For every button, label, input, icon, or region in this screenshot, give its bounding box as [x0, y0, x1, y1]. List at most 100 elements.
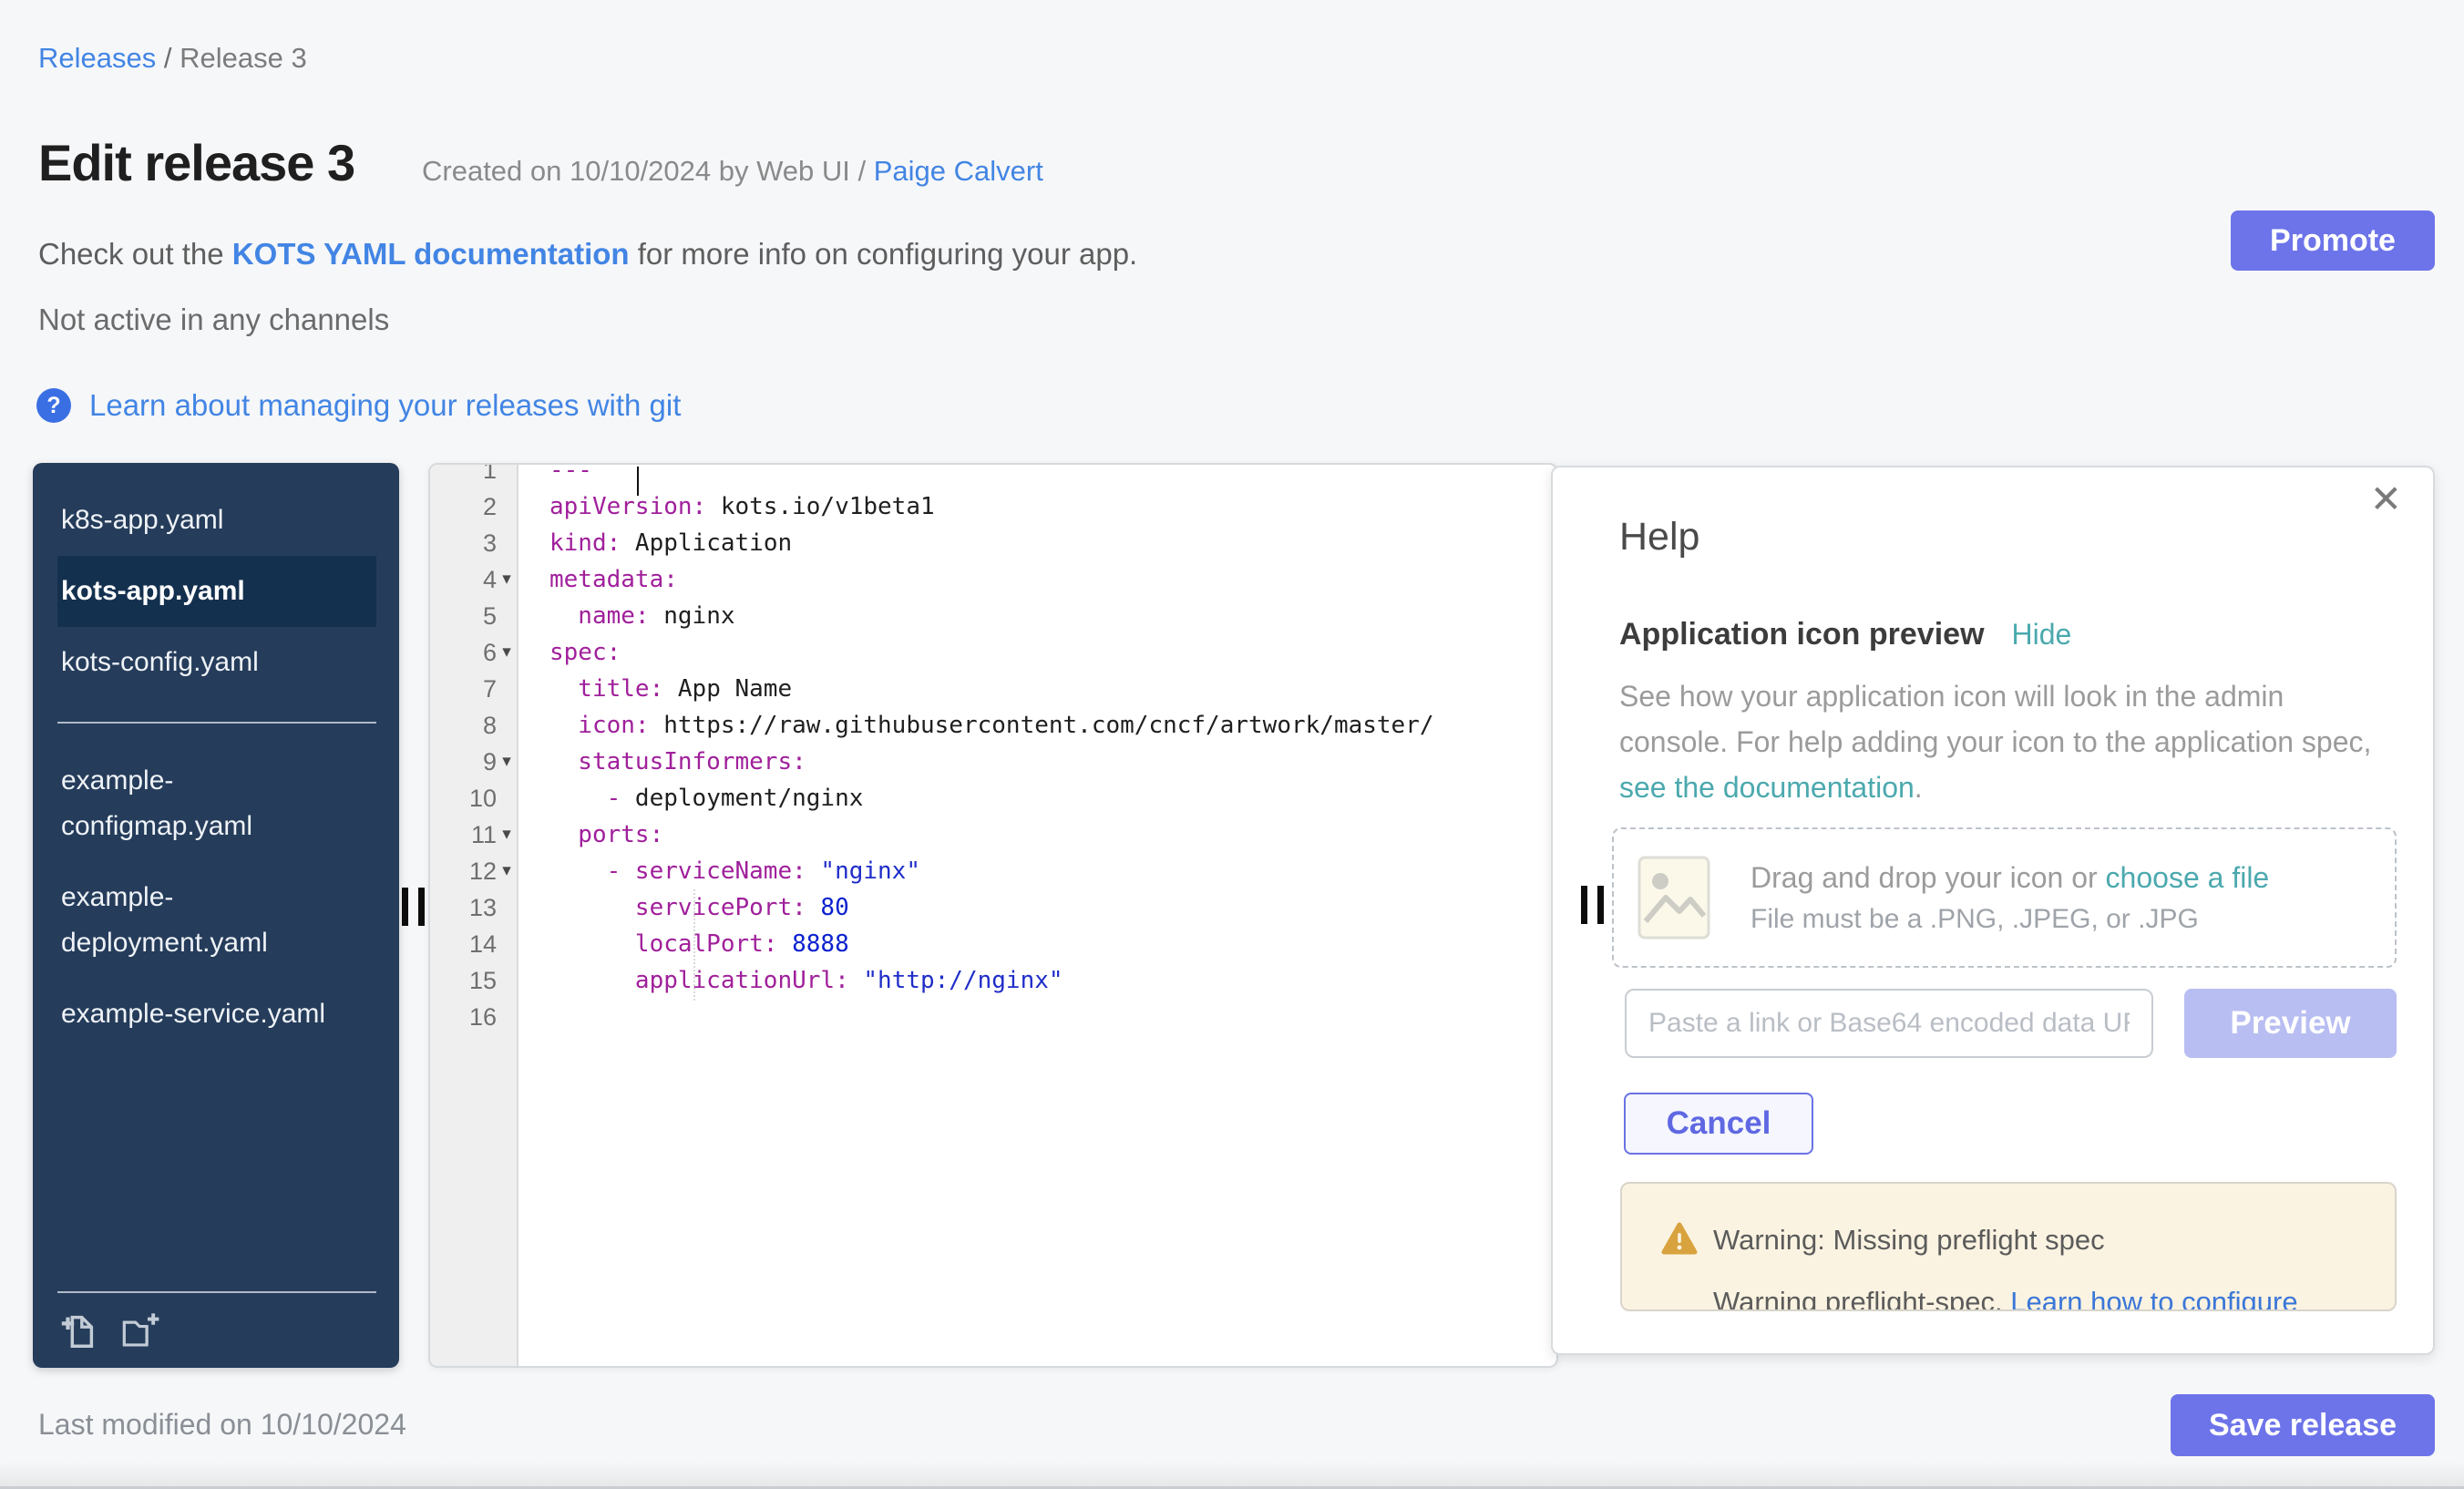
docs-prefix: Check out the [38, 237, 232, 271]
save-release-button[interactable]: Save release [2171, 1394, 2435, 1456]
question-icon[interactable]: ? [36, 388, 71, 423]
gutter-line: 14 [430, 926, 517, 962]
breadcrumb: Releases / Release 3 [38, 42, 307, 75]
release-editor-page: Releases / Release 3 Edit release 3 Crea… [0, 0, 2464, 1489]
code-line[interactable]: kind: Application [549, 525, 1556, 561]
code-token: kots.io/v1beta1 [706, 493, 934, 520]
created-text: Created on 10/10/2024 by Web UI / [422, 155, 874, 187]
line-number: 2 [430, 493, 497, 521]
new-folder-icon[interactable] [119, 1309, 161, 1351]
docs-suffix: for more info on configuring your app. [630, 237, 1138, 271]
breadcrumb-releases-link[interactable]: Releases [38, 42, 156, 74]
file-tree-item-kots-config-yaml[interactable]: kots-config.yaml [57, 627, 376, 698]
close-icon[interactable]: ✕ [2370, 480, 2402, 519]
code-token: 80 [806, 894, 849, 921]
fold-toggle-icon[interactable]: ▾ [497, 634, 517, 671]
code-token: icon: [549, 712, 650, 739]
fold-toggle-icon[interactable]: ▾ [497, 744, 517, 780]
code-line[interactable]: statusInformers: [549, 744, 1556, 780]
learn-configure-link[interactable]: Learn how to configure [2010, 1286, 2297, 1311]
code-line[interactable]: applicationUrl: "http://nginx" [549, 962, 1556, 999]
git-releases-link[interactable]: Learn about managing your releases with … [89, 388, 681, 423]
warning-detail-text: Warning preflight-spec. [1713, 1286, 2010, 1311]
new-file-icon[interactable] [57, 1309, 99, 1351]
code-token: - serviceName: [549, 857, 806, 885]
promote-button[interactable]: Promote [2231, 211, 2435, 271]
dropzone-text: Drag and drop your icon or choose a file… [1750, 861, 2269, 935]
icon-url-input[interactable] [1625, 989, 2153, 1058]
code-line[interactable]: localPort: 8888 [549, 926, 1556, 962]
line-number: 10 [430, 785, 497, 813]
gutter-line: 6▾ [430, 634, 517, 671]
gutter-line: 5 [430, 598, 517, 634]
choose-file-link[interactable]: choose a file [2106, 861, 2270, 894]
code-editor[interactable]: 1234▾56▾789▾1011▾12▾13141516 ---apiVersi… [428, 463, 1558, 1368]
warning-detail: Warning preflight-spec. Learn how to con… [1713, 1286, 2298, 1311]
code-token: ports: [549, 821, 663, 848]
fold-toggle-icon[interactable]: ▾ [497, 561, 517, 598]
help-panel-title: Help [1619, 515, 1699, 560]
gutter-line: 11▾ [430, 816, 517, 853]
created-info: Created on 10/10/2024 by Web UI / Paige … [422, 155, 1043, 188]
code-line[interactable]: apiVersion: kots.io/v1beta1 [549, 488, 1556, 525]
code-line[interactable]: servicePort: 80 [549, 889, 1556, 926]
icon-dropzone[interactable]: Drag and drop your icon or choose a file… [1612, 827, 2397, 968]
code-token: deployment/nginx [635, 785, 863, 812]
see-documentation-link[interactable]: see the documentation [1619, 771, 1915, 804]
cancel-button[interactable]: Cancel [1624, 1093, 1813, 1155]
code-line[interactable]: title: App Name [549, 671, 1556, 707]
file-tree-item-example-service-yaml[interactable]: example-service.yaml [57, 979, 376, 1050]
file-tree-item-example-deployment-yaml[interactable]: example- deployment.yaml [57, 862, 376, 979]
gutter-line: 9▾ [430, 744, 517, 780]
code-line[interactable]: spec: [549, 634, 1556, 671]
code-token: metadata: [549, 566, 678, 593]
code-token: App Name [663, 675, 792, 703]
code-token: "http://nginx" [849, 967, 1063, 994]
hide-link[interactable]: Hide [2012, 618, 2072, 652]
code-line[interactable] [549, 999, 1556, 1035]
code-line[interactable]: name: nginx [549, 598, 1556, 634]
channel-status: Not active in any channels [38, 303, 389, 337]
code-token: https://raw.githubusercontent.com/cncf/a… [650, 712, 1434, 739]
preflight-warning-box: Warning: Missing preflight spec Warning … [1620, 1182, 2397, 1311]
pane-resize-handle-left[interactable] [402, 888, 425, 926]
pane-resize-handle-right[interactable] [1581, 886, 1604, 924]
gutter-line: 13 [430, 889, 517, 926]
bottom-edge-fade [0, 1461, 2464, 1489]
code-line[interactable]: - serviceName: "nginx" [549, 853, 1556, 889]
author-link[interactable]: Paige Calvert [874, 155, 1043, 187]
docs-hint: Check out the KOTS YAML documentation fo… [38, 237, 1137, 272]
line-number: 14 [430, 930, 497, 959]
file-tree-item-k8s-app-yaml[interactable]: k8s-app.yaml [57, 485, 376, 556]
gutter-line: 15 [430, 962, 517, 999]
fold-toggle-icon[interactable]: ▾ [497, 816, 517, 853]
gutter-line: 10 [430, 780, 517, 816]
dropzone-prefix: Drag and drop your icon or [1750, 861, 2106, 894]
code-token: title: [549, 675, 663, 703]
indent-guide [693, 889, 695, 1001]
line-number: 11 [430, 821, 497, 849]
code-line[interactable]: ports: [549, 816, 1556, 853]
preview-button[interactable]: Preview [2184, 989, 2397, 1058]
git-help-row: ? Learn about managing your releases wit… [36, 388, 681, 423]
editor-code-area[interactable]: ---apiVersion: kots.io/v1beta1kind: Appl… [518, 465, 1556, 1366]
code-line[interactable]: --- [549, 465, 1556, 488]
file-tree-item-kots-app-yaml[interactable]: kots-app.yaml [57, 556, 376, 627]
line-number: 6 [430, 639, 497, 667]
code-line[interactable]: - deployment/nginx [549, 780, 1556, 816]
code-token: localPort: [549, 930, 777, 958]
fold-toggle-icon[interactable]: ▾ [497, 853, 517, 889]
code-line[interactable]: icon: https://raw.githubusercontent.com/… [549, 707, 1556, 744]
code-token: Application [621, 529, 792, 557]
file-tree-footer [33, 1291, 399, 1351]
warning-title: Warning: Missing preflight spec [1713, 1224, 2105, 1257]
code-line[interactable]: metadata: [549, 561, 1556, 598]
file-tree-item-example-configmap-yaml[interactable]: example- configmap.yaml [57, 745, 376, 862]
kots-yaml-docs-link[interactable]: KOTS YAML documentation [232, 237, 630, 271]
file-tree-footer-divider [57, 1291, 376, 1293]
icon-preview-description: See how your application icon will look … [1619, 673, 2390, 810]
help-panel: ✕ Help Application icon preview Hide See… [1551, 466, 2435, 1355]
image-placeholder-icon [1638, 856, 1710, 940]
dropzone-hint: File must be a .PNG, .JPEG, or .JPG [1750, 904, 2269, 935]
line-number: 7 [430, 675, 497, 703]
